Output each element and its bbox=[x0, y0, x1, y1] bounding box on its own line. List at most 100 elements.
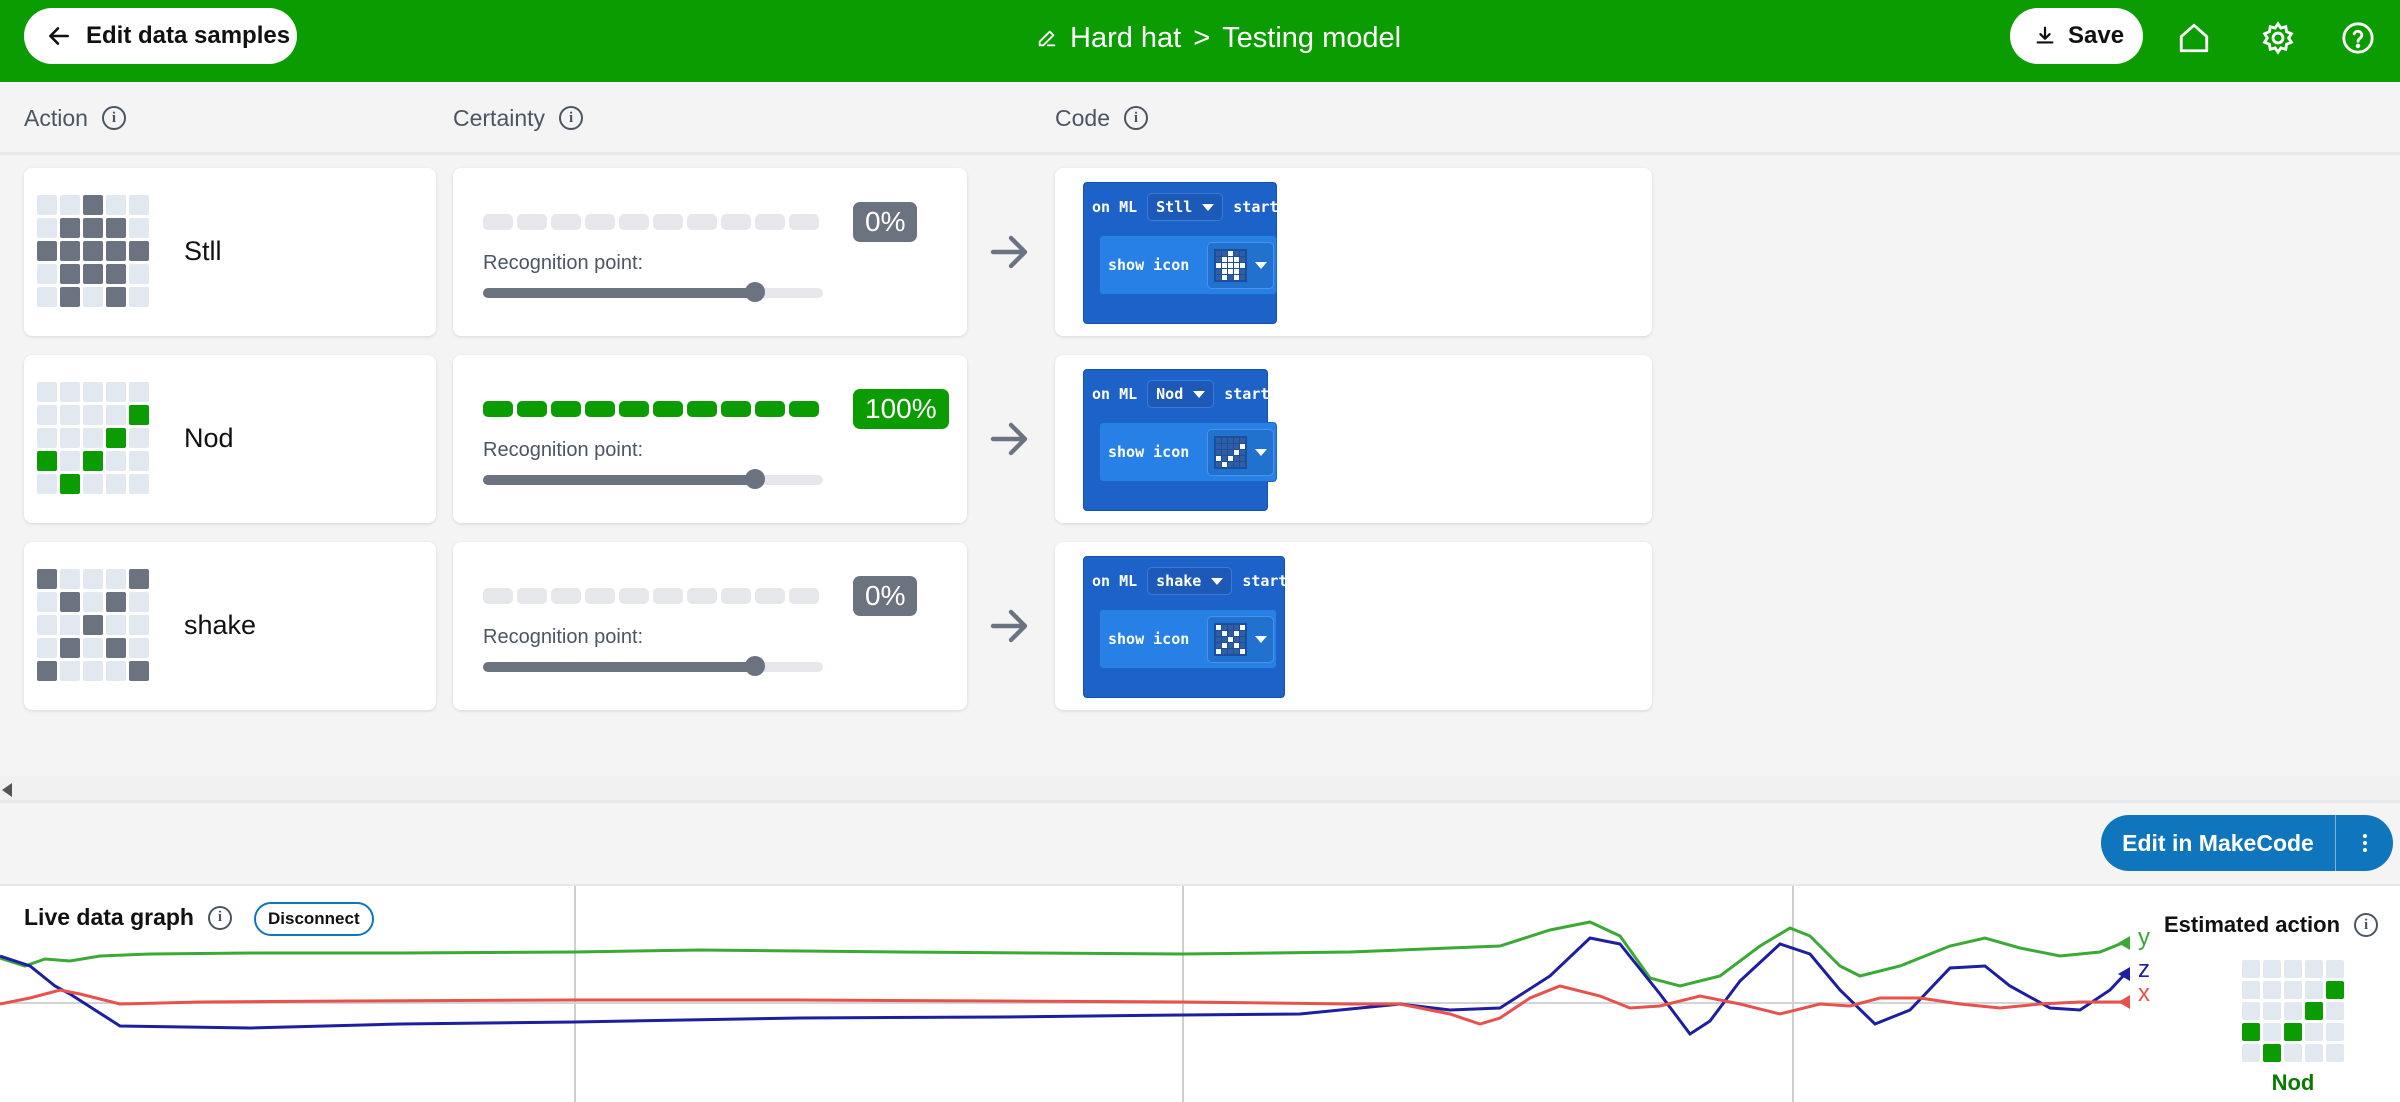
info-icon[interactable]: i bbox=[207, 905, 232, 930]
edit-in-makecode-button[interactable]: Edit in MakeCode bbox=[2101, 815, 2393, 871]
recognition-point-slider[interactable] bbox=[483, 282, 823, 302]
top-bar: Edit data samples Hard hat > Testing mod… bbox=[0, 0, 2400, 82]
slider-thumb[interactable] bbox=[745, 282, 765, 302]
save-button[interactable]: Save bbox=[2010, 8, 2143, 64]
action-card[interactable]: shake bbox=[24, 542, 436, 710]
action-name[interactable]: shake bbox=[184, 610, 256, 641]
led-cell bbox=[1240, 443, 1246, 449]
led-cell bbox=[37, 615, 57, 635]
slider-thumb[interactable] bbox=[745, 469, 765, 489]
recognition-point-slider[interactable] bbox=[483, 656, 823, 676]
led-grid-icon[interactable] bbox=[37, 569, 149, 681]
led-cell bbox=[1234, 250, 1240, 256]
led-cell bbox=[2242, 981, 2260, 999]
led-cell bbox=[1222, 268, 1228, 274]
makecode-block[interactable]: on ML shake start show icon bbox=[1083, 556, 1287, 698]
pencil-icon[interactable] bbox=[1036, 27, 1058, 49]
led-cell bbox=[1240, 624, 1246, 630]
led-cell bbox=[1222, 624, 1228, 630]
certainty-segment bbox=[585, 214, 615, 230]
action-dropdown[interactable]: Stll bbox=[1147, 193, 1224, 221]
led-cell bbox=[37, 287, 57, 307]
certainty-bar bbox=[483, 401, 819, 417]
series-y-marker bbox=[2118, 936, 2130, 950]
led-cell bbox=[1240, 256, 1246, 262]
action-name[interactable]: Nod bbox=[184, 423, 234, 454]
horizontal-scrollbar[interactable] bbox=[0, 776, 2400, 802]
led-cell bbox=[1216, 250, 1222, 256]
disconnect-button[interactable]: Disconnect bbox=[254, 902, 374, 936]
led-cell bbox=[129, 451, 149, 471]
certainty-segment bbox=[755, 401, 785, 417]
led-cell bbox=[1240, 648, 1246, 654]
makecode-block[interactable]: on ML Stll start show icon bbox=[1083, 182, 1278, 324]
edit-in-makecode-label[interactable]: Edit in MakeCode bbox=[2101, 830, 2335, 857]
edit-data-samples-button[interactable]: Edit data samples bbox=[24, 8, 297, 64]
certainty-segment bbox=[551, 214, 581, 230]
certainty-segment bbox=[585, 401, 615, 417]
download-icon bbox=[2036, 26, 2054, 44]
action-dropdown[interactable]: shake bbox=[1147, 567, 1233, 595]
caret-down-icon bbox=[1255, 261, 1268, 269]
info-icon[interactable]: i bbox=[2354, 913, 2379, 937]
certainty-segment bbox=[619, 214, 649, 230]
certainty-segment bbox=[551, 588, 581, 604]
icon-dropdown[interactable] bbox=[1207, 615, 1275, 663]
slider-thumb[interactable] bbox=[745, 656, 765, 676]
info-icon[interactable]: i bbox=[1123, 106, 1148, 130]
led-cell bbox=[2263, 1002, 2281, 1020]
led-cell bbox=[1240, 250, 1246, 256]
save-label: Save bbox=[2068, 22, 2125, 49]
more-options-icon[interactable] bbox=[2336, 834, 2393, 852]
certainty-segment bbox=[721, 214, 751, 230]
led-cell bbox=[106, 405, 126, 425]
certainty-segment bbox=[585, 588, 615, 604]
show-icon-text: show icon bbox=[1108, 443, 1190, 461]
action-dropdown[interactable]: Nod bbox=[1147, 380, 1215, 408]
slider-fill bbox=[483, 475, 755, 485]
on-ml-text: on ML bbox=[1092, 198, 1138, 216]
led-cell bbox=[37, 241, 57, 261]
led-cell bbox=[106, 218, 126, 238]
led-grid-icon[interactable] bbox=[37, 382, 149, 494]
scroll-left-arrow-icon[interactable] bbox=[2, 783, 12, 797]
show-icon-block[interactable]: show icon bbox=[1099, 609, 1277, 669]
makecode-block[interactable]: on ML Nod start show icon bbox=[1083, 369, 1277, 511]
led-cell bbox=[60, 451, 80, 471]
live-graph-panel: y z x Live data graph i Disconnect Estim… bbox=[0, 884, 2400, 1102]
led-cell bbox=[106, 241, 126, 261]
led-cell bbox=[1216, 443, 1222, 449]
column-header-code-label: Code bbox=[1055, 104, 1110, 131]
action-dropdown-value: Stll bbox=[1156, 198, 1193, 216]
led-cell bbox=[83, 615, 103, 635]
led-cell bbox=[2242, 1002, 2260, 1020]
led-cell bbox=[83, 195, 103, 215]
led-cell bbox=[60, 569, 80, 589]
show-icon-block[interactable]: show icon bbox=[1099, 422, 1277, 482]
action-name[interactable]: Stll bbox=[184, 236, 222, 267]
home-icon[interactable] bbox=[2174, 18, 2214, 58]
led-cell bbox=[2326, 1002, 2344, 1020]
led-cell bbox=[1240, 461, 1246, 467]
led-grid-icon[interactable] bbox=[37, 195, 149, 307]
divider bbox=[0, 152, 2400, 155]
led-icon-preview bbox=[1214, 622, 1248, 656]
certainty-segment bbox=[551, 401, 581, 417]
help-icon[interactable] bbox=[2338, 18, 2378, 58]
action-card[interactable]: Stll bbox=[24, 168, 436, 336]
certainty-segment bbox=[517, 588, 547, 604]
recognition-point-slider[interactable] bbox=[483, 469, 823, 489]
settings-gear-icon[interactable] bbox=[2258, 18, 2298, 58]
caret-down-icon bbox=[1193, 390, 1206, 398]
action-card[interactable]: Nod bbox=[24, 355, 436, 523]
info-icon[interactable]: i bbox=[559, 106, 584, 130]
certainty-segment bbox=[687, 588, 717, 604]
led-cell bbox=[37, 195, 57, 215]
led-cell bbox=[106, 195, 126, 215]
show-icon-block[interactable]: show icon bbox=[1099, 235, 1277, 295]
led-cell bbox=[60, 264, 80, 284]
icon-dropdown[interactable] bbox=[1207, 428, 1275, 476]
info-icon[interactable]: i bbox=[101, 106, 126, 130]
icon-dropdown[interactable] bbox=[1207, 241, 1275, 289]
led-cell bbox=[129, 405, 149, 425]
